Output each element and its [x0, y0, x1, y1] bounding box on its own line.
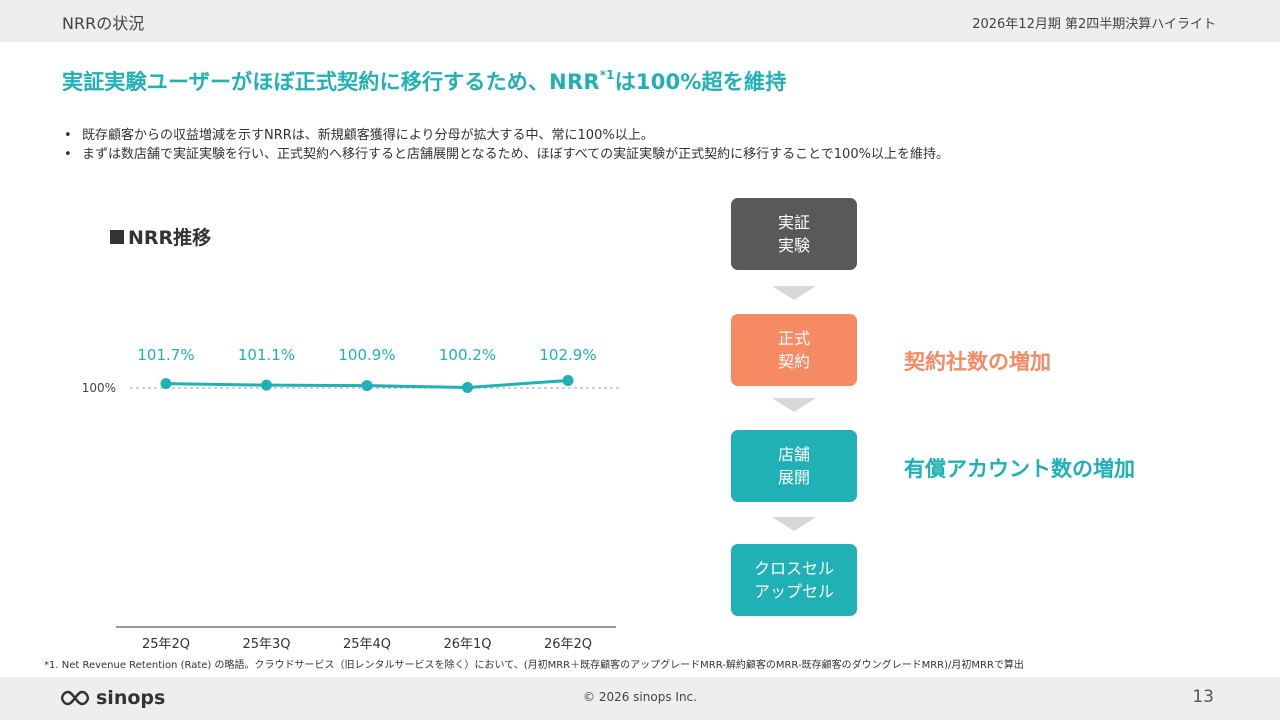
bullet-item: まずは数店舗で実証実験を行い、正式契約へ移行すると店舗展開となるため、ほぼすべて… — [64, 145, 949, 164]
footnote: *1. Net Revenue Retention (Rate) の略語。クラウ… — [44, 660, 1024, 671]
bullet-item: 既存顧客からの収益増減を示すNRRは、新規顧客獲得により分母が拡大する中、常に1… — [64, 126, 949, 145]
x-tick-label: 26年2Q — [544, 637, 592, 652]
x-tick-label: 25年3Q — [242, 637, 290, 652]
flow-step-cross-up-sell: クロスセル アップセル — [731, 544, 857, 616]
headline-text-end: は100%超を維持 — [614, 70, 787, 94]
summary-bullets: 既存顧客からの収益増減を示すNRRは、新規顧客獲得により分母が拡大する中、常に1… — [64, 126, 949, 164]
footer-bar: sinops © 2026 sinops Inc. 13 — [0, 677, 1280, 720]
copyright: © 2026 sinops Inc. — [583, 690, 697, 704]
flow-down-arrow — [772, 517, 816, 531]
chart-title-text: NRR推移 — [128, 227, 212, 249]
x-tick-label: 26年1Q — [443, 637, 491, 652]
data-label: 102.9% — [539, 346, 596, 364]
headline-footnote-marker: *1 — [599, 68, 615, 82]
data-point — [160, 378, 172, 390]
data-label: 101.1% — [238, 346, 295, 364]
data-label: 101.7% — [137, 346, 194, 364]
data-label: 100.2% — [439, 346, 496, 364]
flow-step-contract: 正式 契約 — [731, 314, 857, 386]
chart-title: NRR推移 — [110, 223, 211, 250]
flow-down-arrow — [772, 286, 816, 300]
data-point — [462, 381, 473, 393]
nrr-line-chart: 100% 101.7% 101.1% 100.9% 100.2% 102.9% 25年2Q 2… — [82, 346, 622, 652]
slide-headline: 実証実験ユーザーがほぼ正式契約に移行するため、NRR*1は100%超を維持 — [62, 66, 786, 96]
note-paid-accounts-increase: 有償アカウント数の増加 — [904, 457, 1135, 481]
x-tick-label: 25年4Q — [343, 637, 391, 652]
data-point — [361, 380, 373, 392]
data-point — [562, 374, 574, 386]
headline-text: 実証実験ユーザーがほぼ正式契約に移行するため、NRR — [62, 70, 600, 94]
flow-step-store-rollout: 店舗 展開 — [731, 430, 857, 502]
note-contract-increase: 契約社数の増加 — [904, 350, 1051, 374]
report-period: 2026年12月期 第2四半期決算ハイライト — [972, 17, 1216, 32]
section-title: NRRの状況 — [62, 14, 145, 33]
reference-line-label: 100% — [82, 381, 116, 395]
square-bullet-icon — [110, 230, 124, 244]
data-point — [261, 379, 272, 391]
flow-down-arrow — [772, 398, 816, 412]
x-tick-label: 25年2Q — [142, 637, 190, 652]
page-number: 13 — [1192, 687, 1214, 707]
data-label: 100.9% — [338, 346, 395, 364]
flow-step-trial: 実証 実験 — [731, 198, 857, 270]
top-bar: NRRの状況 2026年12月期 第2四半期決算ハイライト — [0, 0, 1280, 42]
